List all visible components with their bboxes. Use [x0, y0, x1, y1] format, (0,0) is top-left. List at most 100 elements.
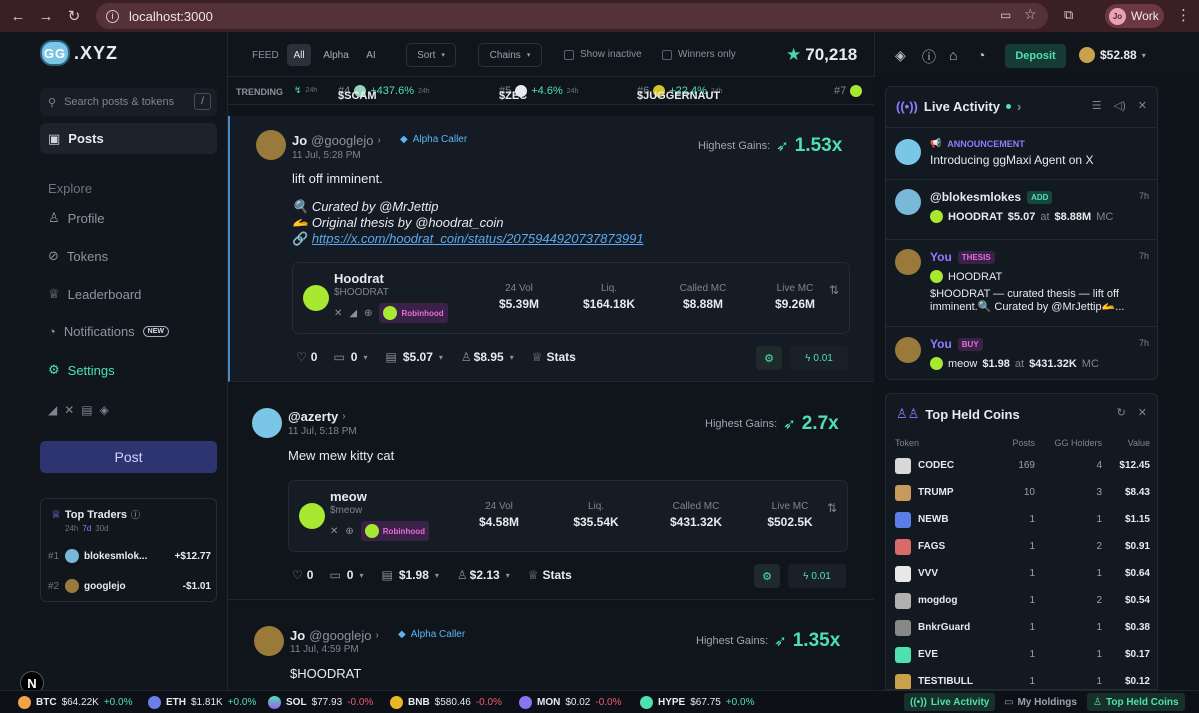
- chevron-down-icon[interactable]: ▾: [506, 571, 510, 580]
- avatar[interactable]: [252, 408, 282, 438]
- docs-icon[interactable]: ▤: [81, 403, 92, 417]
- price-value[interactable]: $5.07: [403, 350, 433, 364]
- chevron-down-icon[interactable]: ▾: [363, 353, 367, 362]
- post-button[interactable]: Post: [40, 441, 217, 473]
- comment-icon[interactable]: ▭: [333, 350, 344, 364]
- period-7d[interactable]: 7d: [82, 524, 91, 533]
- price-value[interactable]: $1.98: [399, 568, 429, 582]
- activity-row[interactable]: You BUY 7h meow $1.98 at $431.32K MC: [886, 326, 1157, 379]
- profile-button[interactable]: Jo Work: [1105, 4, 1164, 28]
- post-card[interactable]: Jo @googlejo › 11 Jul, 4:59 PM ◆ Alpha Call…: [228, 601, 874, 690]
- receipt-icon[interactable]: ▤: [382, 568, 393, 582]
- help-icon[interactable]: ⓘ: [922, 47, 936, 67]
- stats-button[interactable]: Stats: [542, 568, 571, 582]
- extensions-icon[interactable]: ⧉: [1064, 7, 1073, 23]
- tab-my-holdings[interactable]: ▭ My Holdings: [998, 693, 1083, 711]
- activity-row[interactable]: You THESIS 7h HOODRAT $HOODRAT — curated …: [886, 239, 1157, 325]
- post-link[interactable]: https://x.com/hoodrat_coin/status/207594…: [312, 231, 644, 246]
- x-icon[interactable]: ✕: [334, 308, 342, 319]
- trending-item[interactable]: #4 $SCAM +437.6% 24h: [338, 85, 430, 102]
- close-icon[interactable]: ✕: [1138, 406, 1147, 419]
- filter-icon[interactable]: ☰: [1092, 99, 1102, 112]
- ticker-item[interactable]: HYPE $67.75 +0.0%: [640, 696, 754, 709]
- post-author[interactable]: Jo @googlejo ›: [290, 628, 379, 643]
- show-inactive-checkbox[interactable]: Show inactive: [564, 49, 642, 60]
- comments-count[interactable]: 0: [347, 568, 354, 582]
- x-icon[interactable]: ✕: [330, 526, 338, 537]
- likes-count[interactable]: 0: [307, 568, 314, 582]
- sidebar-item-posts[interactable]: ▣ Posts: [40, 123, 217, 154]
- bookmark-star-icon[interactable]: ☆: [1024, 6, 1037, 23]
- refresh-icon[interactable]: ↻: [1117, 406, 1126, 419]
- table-row[interactable]: BnkrGuard 1 1 $0.38: [886, 619, 1157, 637]
- avatar[interactable]: [256, 130, 286, 160]
- table-row[interactable]: TRUMP 10 3 $8.43: [886, 484, 1157, 502]
- table-row[interactable]: TESTIBULL 1 1 $0.12: [886, 673, 1157, 689]
- logo[interactable]: GG .XYZ: [40, 40, 118, 66]
- trending-item[interactable]: #6 $JUGGERNAUT +22.4% 24h: [637, 85, 723, 102]
- table-row[interactable]: NEWB 1 1 $1.15: [886, 511, 1157, 529]
- deposit-button[interactable]: Deposit: [1005, 44, 1066, 68]
- activity-row[interactable]: 📢 ANNOUNCEMENT Introducing ggMaxi Agent o…: [886, 127, 1157, 178]
- sidebar-item-profile[interactable]: ♙ Profile: [48, 210, 105, 226]
- user-icon[interactable]: ♙: [457, 568, 468, 582]
- browser-menu-icon[interactable]: ⋮: [1176, 6, 1191, 24]
- trader-row[interactable]: #1 blokesmlok... +$12.77: [48, 549, 211, 563]
- trending-item[interactable]: ↯ 24h: [294, 85, 317, 96]
- chevron-right-icon[interactable]: ›: [1017, 99, 1021, 114]
- chevron-down-icon[interactable]: ▾: [359, 571, 363, 580]
- settings-icon[interactable]: ⚙: [756, 346, 782, 370]
- stats-button[interactable]: Stats: [546, 350, 575, 364]
- sidebar-item-settings[interactable]: ⚙ Settings: [48, 362, 115, 378]
- forward-icon[interactable]: →: [31, 1, 61, 31]
- ticker-item[interactable]: SOL $77.93 -0.0%: [268, 696, 373, 709]
- back-icon[interactable]: ←: [3, 1, 33, 31]
- sort-dropdown[interactable]: Sort ▾: [406, 43, 456, 67]
- token-card[interactable]: meow $meow ✕ ⊕ Robinhood 24 Vol $4.58M Liq…: [288, 480, 848, 552]
- chevron-down-icon[interactable]: ▾: [435, 571, 439, 580]
- heart-icon[interactable]: ♡: [296, 350, 307, 364]
- comment-icon[interactable]: ▭: [329, 568, 340, 582]
- tab-top-held-coins[interactable]: ♙ Top Held Coins: [1087, 693, 1185, 711]
- holder-value[interactable]: $8.95: [474, 350, 504, 364]
- sound-icon[interactable]: ◁): [1114, 99, 1126, 112]
- x-icon[interactable]: ✕: [64, 403, 74, 417]
- sidebar-item-tokens[interactable]: ⊘ Tokens: [48, 248, 108, 264]
- post-card[interactable]: @azerty › 11 Jul, 5:18 PM Highest Gains: ➶…: [228, 383, 874, 600]
- receipt-icon[interactable]: ▤: [386, 350, 397, 364]
- robinhood-badge[interactable]: Robinhood: [379, 303, 448, 323]
- balance-dropdown[interactable]: $52.88 ▾: [1079, 47, 1146, 63]
- sidebar-item-leaderboard[interactable]: ♕ Leaderboard: [48, 286, 141, 302]
- trophy-icon[interactable]: ♕: [532, 350, 543, 364]
- globe-icon[interactable]: ⊕: [364, 308, 372, 319]
- post-card[interactable]: Jo @googlejo › 11 Jul, 5:28 PM ◆ Alpha Call…: [228, 116, 874, 382]
- table-row[interactable]: mogdog 1 2 $0.54: [886, 592, 1157, 610]
- ticker-item[interactable]: MON $0.02 -0.0%: [519, 696, 622, 709]
- ticker-item[interactable]: BNB $580.46 -0.0%: [390, 696, 502, 709]
- trending-item[interactable]: #5 $ZEC +4.6% 24h: [499, 85, 578, 102]
- activity-row[interactable]: @blokesmlokes ADD 7h HOODRAT $5.07 at $8.88M…: [886, 179, 1157, 238]
- period-30d[interactable]: 30d: [95, 524, 108, 533]
- table-row[interactable]: VVV 1 1 $0.64: [886, 565, 1157, 583]
- telegram-icon[interactable]: ◢: [48, 403, 57, 417]
- tab-alpha[interactable]: Alpha: [319, 44, 353, 66]
- chevron-down-icon[interactable]: ▾: [510, 353, 514, 362]
- close-icon[interactable]: ✕: [1138, 99, 1147, 112]
- chevron-down-icon[interactable]: ▾: [439, 353, 443, 362]
- layers-icon[interactable]: ◈: [895, 47, 906, 64]
- bell-icon[interactable]: ◔: [977, 47, 985, 63]
- table-row[interactable]: FAGS 1 2 $0.91: [886, 538, 1157, 556]
- token-card[interactable]: Hoodrat $HOODRAT ✕ ◢ ⊕ Robinhood 24 Vol $5.…: [292, 262, 850, 334]
- sidebar-item-notifications[interactable]: ◔ Notifications NEW: [48, 324, 170, 339]
- zap-button[interactable]: ϟ 0.01: [788, 564, 846, 588]
- cast-icon[interactable]: ▭: [1000, 8, 1011, 22]
- heart-icon[interactable]: ♡: [292, 568, 303, 582]
- robot-icon[interactable]: ⌂: [949, 47, 957, 63]
- settings-icon[interactable]: ⚙: [754, 564, 780, 588]
- post-author[interactable]: @azerty ›: [288, 409, 346, 424]
- zap-button[interactable]: ϟ 0.01: [790, 346, 848, 370]
- avatar[interactable]: [254, 626, 284, 656]
- globe-icon[interactable]: ⊕: [345, 526, 353, 537]
- info-icon[interactable]: ⓘ: [131, 508, 140, 521]
- layers-icon[interactable]: ◈: [100, 403, 109, 417]
